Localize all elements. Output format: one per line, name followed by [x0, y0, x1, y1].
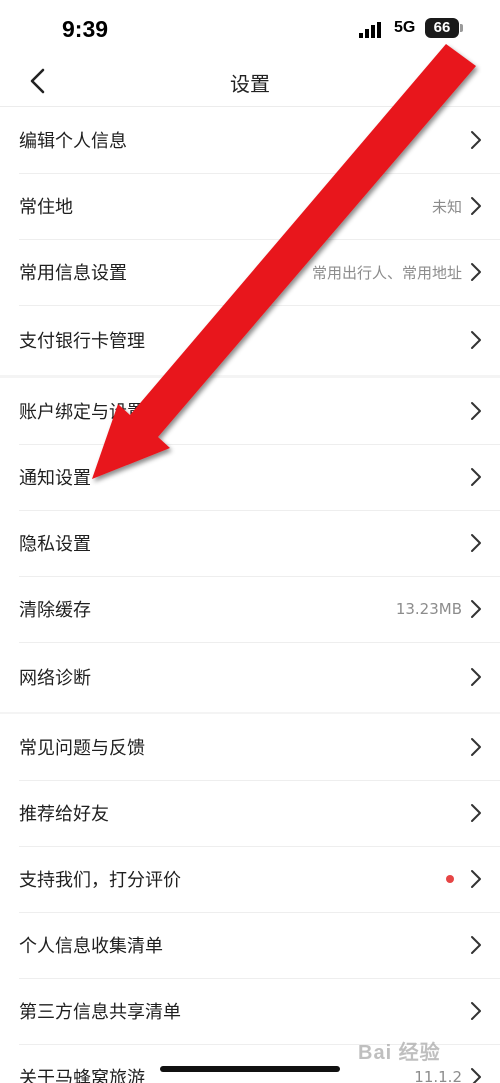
status-time: 9:39	[62, 16, 109, 42]
settings-screen: 9:39 5G 66 设置 编辑个人信息 常住地 未知 常用信息设置 常用出行人…	[0, 0, 500, 1083]
chevron-right-icon	[471, 1002, 481, 1020]
chevron-right-icon	[471, 402, 481, 420]
chevron-right-icon	[471, 534, 481, 552]
row-network-diagnosis[interactable]: 网络诊断	[0, 642, 500, 712]
row-label: 编辑个人信息	[19, 131, 127, 152]
row-label: 常用信息设置	[19, 263, 127, 284]
row-value: 常用出行人、常用地址	[311, 263, 462, 282]
row-common-info[interactable]: 常用信息设置 常用出行人、常用地址	[0, 239, 500, 305]
row-label: 清除缓存	[19, 600, 91, 621]
chevron-right-icon	[471, 1068, 481, 1083]
unread-dot-badge	[446, 875, 454, 883]
row-label: 常见问题与反馈	[19, 738, 145, 759]
chevron-right-icon	[471, 131, 481, 149]
chevron-right-icon	[471, 263, 481, 281]
row-bank-cards[interactable]: 支付银行卡管理	[0, 305, 500, 375]
chevron-right-icon	[471, 197, 481, 215]
row-account-binding[interactable]: 账户绑定与设置	[0, 378, 500, 444]
watermark-logo: Bai 经验	[358, 1042, 441, 1064]
row-privacy-settings[interactable]: 隐私设置	[0, 510, 500, 576]
chevron-right-icon	[471, 804, 481, 822]
settings-group-account: 账户绑定与设置 通知设置 隐私设置 清除缓存 13.23MB 网络诊断	[0, 378, 500, 712]
home-indicator	[160, 1066, 340, 1072]
chevron-right-icon	[471, 870, 481, 888]
row-rate-app[interactable]: 支持我们，打分评价	[0, 846, 500, 912]
chevron-right-icon	[471, 738, 481, 756]
row-label: 账户绑定与设置	[19, 402, 145, 423]
battery-tip	[460, 24, 463, 32]
row-label: 隐私设置	[19, 534, 91, 555]
row-label: 常住地	[19, 197, 73, 218]
chevron-right-icon	[471, 331, 481, 349]
row-label: 第三方信息共享清单	[19, 1002, 181, 1023]
chevron-right-icon	[471, 936, 481, 954]
row-residence[interactable]: 常住地 未知	[0, 173, 500, 239]
row-clear-cache[interactable]: 清除缓存 13.23MB	[0, 576, 500, 642]
row-faq-feedback[interactable]: 常见问题与反馈	[0, 714, 500, 780]
row-label: 推荐给好友	[19, 804, 109, 825]
status-bar: 9:39 5G 66	[0, 0, 500, 56]
row-label: 支付银行卡管理	[19, 331, 145, 352]
cache-size-value: 13.23MB	[395, 600, 462, 618]
chevron-right-icon	[471, 600, 481, 618]
row-third-party-sharing[interactable]: 第三方信息共享清单	[0, 978, 500, 1044]
network-type-label: 5G	[394, 19, 416, 36]
settings-group-profile: 编辑个人信息 常住地 未知 常用信息设置 常用出行人、常用地址 支付银行卡管理	[0, 107, 500, 375]
battery-icon: 66	[425, 18, 459, 38]
row-value: 未知	[431, 197, 462, 216]
row-recommend-friends[interactable]: 推荐给好友	[0, 780, 500, 846]
row-label: 网络诊断	[19, 668, 91, 689]
app-version-value: 11.1.2	[414, 1068, 462, 1083]
chevron-right-icon	[471, 468, 481, 486]
chevron-right-icon	[471, 668, 481, 686]
navigation-bar: 设置	[0, 56, 500, 107]
row-label: 通知设置	[19, 468, 91, 489]
row-label: 支持我们，打分评价	[19, 870, 181, 891]
row-notification-settings[interactable]: 通知设置	[0, 444, 500, 510]
page-title: 设置	[230, 72, 270, 96]
row-label: 个人信息收集清单	[19, 936, 163, 957]
cellular-signal-icon	[359, 22, 381, 38]
row-personal-info-list[interactable]: 个人信息收集清单	[0, 912, 500, 978]
settings-group-about: 常见问题与反馈 推荐给好友 支持我们，打分评价 个人信息收集清单 第三方信息共享…	[0, 714, 500, 1083]
row-edit-profile[interactable]: 编辑个人信息	[0, 107, 500, 173]
